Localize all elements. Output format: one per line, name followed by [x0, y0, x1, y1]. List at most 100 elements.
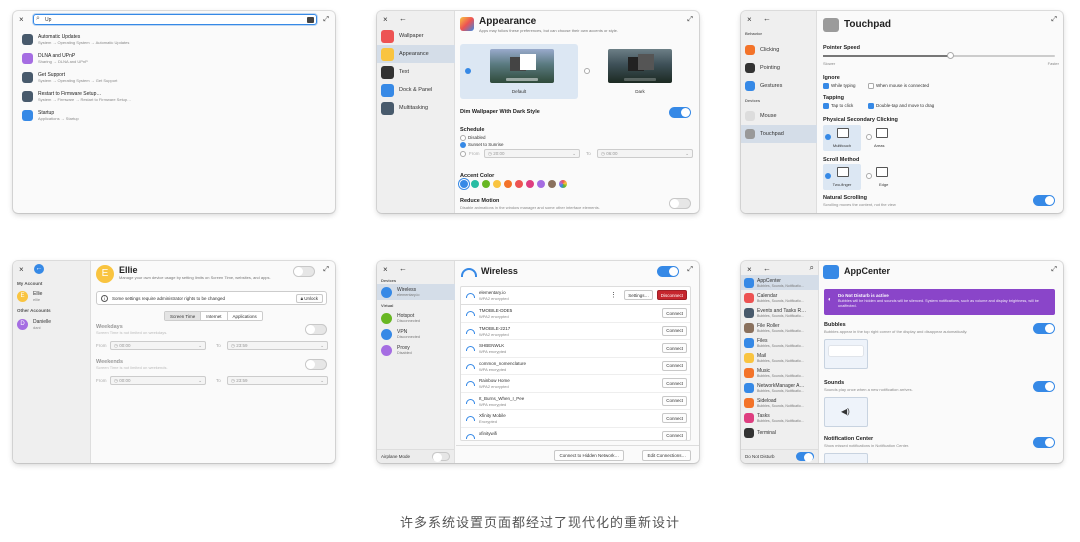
maximize-icon[interactable]: ⤢: [323, 266, 329, 274]
accent-swatch[interactable]: [482, 180, 490, 188]
sidebar-item[interactable]: Events and Tasks R… Bubbles, Sounds, Noti…: [741, 305, 819, 320]
clear-icon[interactable]: [307, 17, 314, 23]
close-icon[interactable]: ×: [19, 16, 24, 24]
hidden-network-button[interactable]: Connect to Hidden Network…: [554, 450, 624, 461]
tap-click-check[interactable]: Tap to click: [823, 103, 853, 109]
connect-button[interactable]: Connect: [662, 343, 687, 353]
sidebar-item[interactable]: Wallpaper: [377, 27, 455, 45]
accent-swatch[interactable]: [548, 180, 556, 188]
schedule-manual-radio[interactable]: [460, 151, 466, 157]
weekends-to[interactable]: ◷ 23:59 ⌄: [227, 376, 328, 385]
sidebar-item[interactable]: Tasks Bubbles, Sounds, Notificatio…: [741, 410, 819, 425]
mouse-connected-check[interactable]: When mouse is connected: [868, 83, 929, 89]
sidebar-item[interactable]: Pointing: [741, 59, 817, 77]
accent-swatch[interactable]: [460, 180, 468, 188]
sidebar-item[interactable]: Music Bubbles, Sounds, Notificatio…: [741, 365, 819, 380]
sidebar-item[interactable]: Appearance: [377, 45, 455, 63]
accent-swatch[interactable]: [559, 180, 567, 188]
weekdays-from[interactable]: ◷ 00:00 ⌄: [110, 341, 206, 350]
sidebar-item[interactable]: Dock & Panel: [377, 81, 455, 99]
sidebar-item[interactable]: VPN Disconnected: [377, 326, 455, 342]
style-default-radio[interactable]: [465, 68, 471, 74]
back-icon[interactable]: ←: [399, 265, 407, 273]
sidebar-item[interactable]: Mouse: [741, 107, 817, 125]
sidebar-item[interactable]: Mail Bubbles, Sounds, Notificatio…: [741, 350, 819, 365]
accent-swatch[interactable]: [471, 180, 479, 188]
close-icon[interactable]: ×: [383, 266, 388, 274]
natural-toggle[interactable]: [1033, 195, 1055, 206]
settings-button[interactable]: Settings…: [624, 290, 653, 300]
two-finger-option[interactable]: Two-finger: [823, 164, 861, 190]
close-icon[interactable]: ×: [747, 16, 752, 24]
dim-toggle[interactable]: [669, 107, 691, 118]
search-input[interactable]: ⌕ Up: [33, 14, 317, 25]
motion-toggle[interactable]: [669, 198, 691, 209]
sidebar-item[interactable]: NetworkManager A… Bubbles, Sounds, Notifi…: [741, 380, 819, 395]
connect-button[interactable]: Connect: [662, 378, 687, 388]
to-input[interactable]: ◷ 06:00 ⌄: [597, 149, 693, 158]
back-icon[interactable]: ←: [763, 265, 771, 273]
bubbles-toggle[interactable]: [1033, 323, 1055, 334]
accent-swatch[interactable]: [504, 180, 512, 188]
sidebar-item[interactable]: File Roller Bubbles, Sounds, Notificatio…: [741, 320, 819, 335]
disconnect-button[interactable]: Disconnect: [656, 290, 687, 300]
schedule-sunset[interactable]: Sunset to Sunrise: [460, 142, 504, 148]
weekends-toggle[interactable]: [305, 359, 327, 370]
maximize-icon[interactable]: ⤢: [687, 266, 693, 274]
sounds-toggle[interactable]: [1033, 381, 1055, 392]
from-input[interactable]: ◷ 20:00 ⌄: [484, 149, 580, 158]
maximize-icon[interactable]: ⤢: [1051, 16, 1057, 24]
sidebar-item[interactable]: Wireless elementary.io: [377, 284, 455, 300]
sidebar-item[interactable]: Calendar Bubbles, Sounds, Notificatio…: [741, 290, 819, 305]
search-result[interactable]: Automatic Updates System → Operating Syst…: [22, 31, 322, 47]
sidebar-item[interactable]: Sideload Bubbles, Sounds, Notificatio…: [741, 395, 819, 410]
multitouch-option[interactable]: Multitouch: [823, 125, 861, 151]
search-result[interactable]: Startup Applications → Startup: [22, 107, 322, 123]
sidebar-item[interactable]: AppCenter Bubbles, Sounds, Notificatio…: [741, 275, 819, 290]
edit-connections-button[interactable]: Edit Connections…: [642, 450, 691, 461]
tab-screen-time[interactable]: Screen Time: [165, 312, 201, 320]
connect-button[interactable]: Connect: [662, 325, 687, 336]
sidebar-item[interactable]: Text: [377, 63, 455, 81]
sidebar-item[interactable]: Touchpad: [741, 125, 817, 143]
sidebar-item[interactable]: Files Bubbles, Sounds, Notificatio…: [741, 335, 819, 350]
weekends-from[interactable]: ◷ 00:00 ⌄: [110, 376, 206, 385]
style-dark-radio[interactable]: [584, 68, 590, 74]
sidebar-item[interactable]: Hotspot Disconnected: [377, 310, 455, 326]
search-icon[interactable]: ⌕: [810, 264, 814, 272]
dnd-toggle[interactable]: [796, 452, 814, 462]
search-result[interactable]: DLNA and UPnP Sharing → DLNA and UPnP: [22, 50, 322, 66]
maximize-icon[interactable]: ⤢: [687, 16, 693, 24]
areas-option[interactable]: Areas: [864, 125, 894, 151]
search-result[interactable]: Restart to Firmware Setup… System → Firmw…: [22, 88, 322, 104]
schedule-disabled[interactable]: Disabled: [460, 135, 486, 141]
center-toggle[interactable]: [1033, 437, 1055, 448]
close-icon[interactable]: ×: [19, 266, 24, 274]
accent-swatch[interactable]: [526, 180, 534, 188]
close-icon[interactable]: ×: [747, 266, 752, 274]
connect-button[interactable]: Connect: [662, 308, 687, 318]
speed-slider[interactable]: [823, 52, 1055, 59]
sidebar-item[interactable]: Gestures: [741, 77, 817, 95]
back-icon[interactable]: ←: [399, 15, 407, 23]
back-icon[interactable]: ←: [34, 264, 44, 274]
user-toggle[interactable]: [293, 266, 315, 277]
slider-handle[interactable]: [947, 52, 955, 59]
edge-option[interactable]: Edge: [864, 164, 894, 190]
connect-button[interactable]: Connect: [662, 413, 687, 423]
account-ellie[interactable]: E Ellie ellie: [13, 288, 91, 304]
sidebar-item[interactable]: Clicking: [741, 41, 817, 59]
accent-swatch[interactable]: [537, 180, 545, 188]
sidebar-item[interactable]: Proxy Disabled: [377, 342, 455, 358]
wireless-toggle[interactable]: [657, 266, 679, 277]
while-typing-check[interactable]: While typing: [823, 83, 856, 89]
account-danielle[interactable]: D Danielle dani: [13, 316, 91, 332]
connect-button[interactable]: Connect: [662, 395, 687, 406]
connect-button[interactable]: Connect: [662, 360, 687, 371]
more-icon[interactable]: ⋮: [610, 291, 617, 299]
airplane-toggle[interactable]: [432, 452, 450, 462]
search-result[interactable]: Get Support System → Operating System → G…: [22, 69, 322, 85]
accent-swatch[interactable]: [493, 180, 501, 188]
weekdays-to[interactable]: ◷ 23:59 ⌄: [227, 341, 328, 350]
sidebar-item[interactable]: Terminal: [741, 425, 819, 440]
